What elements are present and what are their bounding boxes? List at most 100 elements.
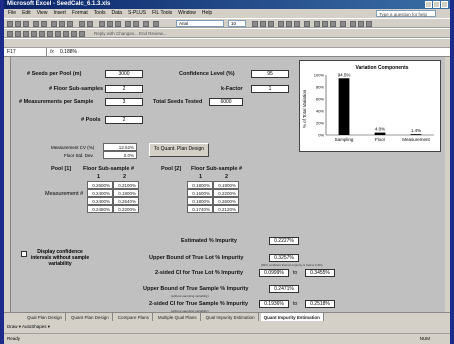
k-factor-input[interactable]: 1 [251,85,289,93]
pool2-cell[interactable]: 0.1800% [187,197,213,205]
pool2-cell[interactable]: 0.1900% [213,181,239,189]
name-box[interactable]: F17 [5,48,47,56]
menu-fil-tools[interactable]: FIL Tools [152,9,172,18]
reply-with-changes-link[interactable]: Reply with Changes... End Review... [94,30,167,38]
menu-insert[interactable]: Insert [53,9,66,18]
italic-icon[interactable] [260,21,266,27]
underline-icon[interactable] [268,21,274,27]
chart-x-tick-label: Sampling [335,137,354,142]
confidence-level-label: Confidence Level (%) [179,71,235,77]
menu-view[interactable]: View [37,9,48,18]
pool2-cell[interactable]: 0.1740% [187,205,213,213]
review-icon-8[interactable] [63,31,69,37]
menu-data[interactable]: Data [111,9,122,18]
menu-tools[interactable]: Tools [94,9,106,18]
pool2-cell[interactable]: 0.2200% [213,189,239,197]
copy-icon[interactable] [59,21,65,27]
review-icon-3[interactable] [23,31,29,37]
measurements-per-sample-input[interactable]: 3 [105,98,143,106]
pool1-cell[interactable]: 0.2200% [113,205,139,213]
confidence-level-input[interactable]: 95 [251,70,289,78]
variation-components-chart[interactable]: Variation Components % of Total Variatio… [299,60,441,152]
save-icon[interactable] [23,21,29,27]
seeds-per-pool-input[interactable]: 3000 [105,70,143,78]
floor-std-dev-label: Floor Std. Dev. [64,153,94,158]
pool2-cell[interactable]: 0.2120% [213,205,239,213]
font-name-select[interactable]: Arial [176,20,224,27]
percent-icon[interactable] [322,21,328,27]
display-ci-checkbox-label[interactable]: Display confidence intervals without sam… [29,249,91,267]
pool1-cell[interactable]: 0.2100% [113,181,139,189]
pool2-cell[interactable]: 0.1800% [187,181,213,189]
formula-input[interactable]: 0.188% [60,48,77,56]
pool2-cell[interactable]: 0.2600% [213,197,239,205]
review-icon-10[interactable] [79,31,85,37]
k-factor-label: k-Factor [221,86,243,92]
sum-icon[interactable] [99,21,105,27]
comma-icon[interactable] [330,21,336,27]
menu-window[interactable]: Window [178,9,196,18]
zoom-icon[interactable] [143,21,149,27]
ci-sample-low-value: 0.1936% [259,300,289,308]
menu-edit[interactable]: Edit [22,9,31,18]
menu-help[interactable]: Help [202,9,212,18]
menu-format[interactable]: Format [72,9,88,18]
bold-icon[interactable] [252,21,258,27]
merge-icon[interactable] [304,21,310,27]
redo-icon[interactable] [87,21,93,27]
sort-asc-icon[interactable] [107,21,113,27]
close-button[interactable] [441,1,448,8]
new-icon[interactable] [7,21,13,27]
paste-icon[interactable] [67,21,73,27]
align-left-icon[interactable] [278,21,284,27]
pool1-cell[interactable]: 0.1800% [113,189,139,197]
pool2-cell[interactable]: 0.1600% [187,189,213,197]
drawing-icon[interactable] [133,21,139,27]
review-icon-7[interactable] [55,31,61,37]
measurement-cv-value: 12.62% [103,143,137,151]
estimated-impurity-label: Estimated % Impurity [181,238,237,244]
measurement-number-label: Measurement # [45,191,84,197]
pool1-cell[interactable]: 0.2640% [113,197,139,205]
pools-input[interactable]: 2 [105,116,143,124]
pool1-cell[interactable]: 0.2400% [87,197,113,205]
preview-icon[interactable] [41,21,47,27]
review-icon-4[interactable] [31,31,37,37]
measurements-per-sample-label: # Measurements per Sample [19,99,94,105]
menu-splus[interactable]: S-PLUS [128,9,146,18]
floor-subsamples-input[interactable]: 2 [105,85,143,93]
menu-file[interactable]: File [8,9,16,18]
help-icon[interactable] [153,21,159,27]
open-icon[interactable] [15,21,21,27]
maximize-button[interactable] [433,1,440,8]
standard-toolbar: Arial 10 [4,18,450,28]
print-icon[interactable] [33,21,39,27]
borders-icon[interactable] [350,21,356,27]
review-icon-1[interactable] [7,31,13,37]
font-color-icon[interactable] [366,21,372,27]
review-icon-9[interactable] [71,31,77,37]
review-icon-5[interactable] [39,31,45,37]
pool1-cell[interactable]: 0.2400% [87,189,113,197]
font-size-select[interactable]: 10 [228,20,246,27]
review-icon-2[interactable] [15,31,21,37]
undo-icon[interactable] [79,21,85,27]
help-search-input[interactable]: Type a question for help [376,10,436,17]
to-quant-plan-design-button[interactable]: To Quant. Plan Design [149,143,209,157]
fx-icon[interactable]: fx [50,48,54,56]
worksheet-area[interactable]: # Seeds per Pool (m) 3000 Confidence Lev… [10,57,445,313]
align-right-icon[interactable] [294,21,300,27]
pool1-cell[interactable]: 0.2480% [87,205,113,213]
pool1-cell[interactable]: 0.2600% [87,181,113,189]
review-icon-6[interactable] [47,31,53,37]
currency-icon[interactable] [314,21,320,27]
cut-icon[interactable] [51,21,57,27]
pool1-col-1: 1 [97,174,101,180]
minimize-button[interactable] [425,1,432,8]
chart-wizard-icon[interactable] [125,21,131,27]
display-ci-checkbox[interactable] [21,251,27,257]
sort-desc-icon[interactable] [115,21,121,27]
indent-icon[interactable] [340,21,346,27]
fill-color-icon[interactable] [358,21,364,27]
align-center-icon[interactable] [286,21,292,27]
